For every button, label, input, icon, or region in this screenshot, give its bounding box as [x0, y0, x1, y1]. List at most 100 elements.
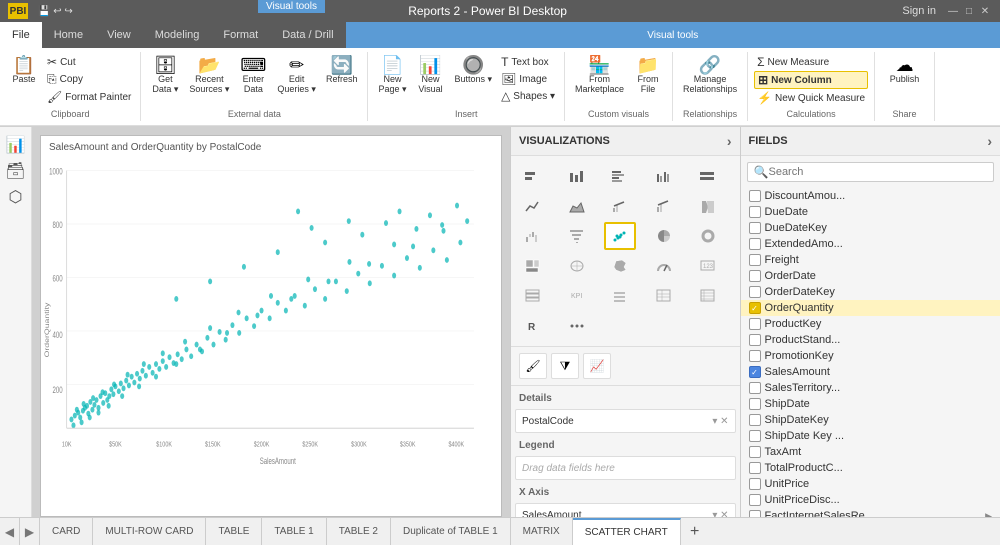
- field-item-shipdatekeyalt[interactable]: ShipDate Key ...: [741, 428, 1000, 444]
- new-page-button[interactable]: 📄 NewPage ▾: [374, 54, 410, 97]
- nav-data-icon[interactable]: 🗃: [5, 161, 25, 181]
- x-axis-clear-btn[interactable]: ▾ ✕: [712, 510, 728, 518]
- viz-scatter[interactable]: [604, 222, 636, 250]
- field-item-taxamt[interactable]: TaxAmt: [741, 444, 1000, 460]
- field-item-factinternetsalesre[interactable]: FactInternetSalesRe... ▶: [741, 508, 1000, 517]
- tab-home[interactable]: Home: [42, 22, 95, 48]
- tab-add-btn[interactable]: +: [681, 518, 709, 545]
- viz-clustered-bar[interactable]: [604, 162, 636, 190]
- viz-stacked-bar[interactable]: [517, 162, 549, 190]
- fields-search-input[interactable]: [768, 166, 987, 178]
- viz-table-icon[interactable]: [648, 282, 680, 310]
- sign-in-link[interactable]: Sign in: [902, 5, 936, 17]
- get-data-button[interactable]: 🗄 GetData ▾: [147, 54, 183, 97]
- tab-scatter-chart[interactable]: SCATTER CHART: [573, 518, 681, 545]
- field-item-salesterritory[interactable]: SalesTerritory...: [741, 380, 1000, 396]
- fields-panel-expand-btn[interactable]: ›: [987, 133, 992, 149]
- close-btn[interactable]: ✕: [978, 4, 992, 18]
- field-item-duedate[interactable]: DueDate: [741, 204, 1000, 220]
- tab-table1[interactable]: TABLE 1: [262, 518, 326, 545]
- legend-field[interactable]: Drag data fields here: [515, 456, 736, 480]
- viz-100-stacked-bar[interactable]: [692, 162, 724, 190]
- tab-data-drill[interactable]: Data / Drill: [270, 22, 345, 48]
- field-item-orderdatekey[interactable]: OrderDateKey: [741, 284, 1000, 300]
- viz-waterfall[interactable]: [517, 222, 549, 250]
- field-item-productkey[interactable]: ProductKey: [741, 316, 1000, 332]
- field-item-shipdate[interactable]: ShipDate: [741, 396, 1000, 412]
- field-item-totalproductc[interactable]: TotalProductC...: [741, 460, 1000, 476]
- viz-treemap[interactable]: [517, 252, 549, 280]
- new-quick-measure-button[interactable]: ⚡ New Quick Measure: [754, 90, 868, 106]
- field-item-shipdatekey[interactable]: ShipDateKey: [741, 412, 1000, 428]
- fields-search-box[interactable]: 🔍: [747, 162, 994, 182]
- field-item-orderdate[interactable]: OrderDate: [741, 268, 1000, 284]
- field-item-extendedamo[interactable]: ExtendedAmo...: [741, 236, 1000, 252]
- new-visual-button[interactable]: 📊 NewVisual: [413, 54, 449, 96]
- viz-line-chart[interactable]: [517, 192, 549, 220]
- format-painter-button[interactable]: 🖌 Format Painter: [44, 89, 134, 105]
- viz-analytics-btn[interactable]: 📈: [583, 353, 611, 379]
- image-button[interactable]: 🖼 Image: [498, 71, 558, 87]
- field-item-unitprice[interactable]: UnitPrice: [741, 476, 1000, 492]
- tab-format[interactable]: Format: [211, 22, 270, 48]
- new-column-button[interactable]: ⊞ New Column: [754, 71, 868, 89]
- copy-button[interactable]: ⎘ Copy: [44, 71, 134, 88]
- maximize-btn[interactable]: □: [962, 4, 976, 18]
- refresh-button[interactable]: 🔄 Refresh: [322, 54, 362, 86]
- new-measure-button[interactable]: Σ New Measure: [754, 54, 868, 70]
- nav-report-icon[interactable]: 📊: [6, 135, 26, 155]
- viz-funnel[interactable]: [561, 222, 593, 250]
- tab-table[interactable]: TABLE: [206, 518, 262, 545]
- minimize-btn[interactable]: —: [946, 4, 960, 18]
- viz-line-clustered[interactable]: [648, 192, 680, 220]
- tab-view[interactable]: View: [95, 22, 143, 48]
- buttons-button[interactable]: 🔘 Buttons ▾: [451, 54, 497, 87]
- tab-table2[interactable]: TABLE 2: [327, 518, 391, 545]
- viz-card[interactable]: 123: [692, 252, 724, 280]
- viz-multi-row-card[interactable]: [517, 282, 549, 310]
- tab-nav-right[interactable]: ▶: [20, 518, 40, 545]
- publish-button[interactable]: ☁ Publish: [886, 54, 924, 86]
- recent-sources-button[interactable]: 📂 RecentSources ▾: [185, 54, 233, 97]
- field-item-unitpricedisc[interactable]: UnitPriceDisc...: [741, 492, 1000, 508]
- viz-line-stacked[interactable]: [604, 192, 636, 220]
- field-item-freight[interactable]: Freight: [741, 252, 1000, 268]
- viz-kpi[interactable]: KPI: [561, 282, 593, 310]
- viz-ribbon[interactable]: [692, 192, 724, 220]
- tab-card[interactable]: CARD: [40, 518, 93, 545]
- field-item-orderquantity[interactable]: ✓ OrderQuantity: [741, 300, 1000, 316]
- viz-area-chart[interactable]: [561, 192, 593, 220]
- field-item-productstand[interactable]: ProductStand...: [741, 332, 1000, 348]
- viz-panel-expand-btn[interactable]: ›: [727, 133, 732, 149]
- tab-multi-row-card[interactable]: MULTI-ROW CARD: [93, 518, 206, 545]
- details-field[interactable]: PostalCode ▾ ✕: [515, 409, 736, 433]
- field-item-salesamount[interactable]: ✓ SalesAmount: [741, 364, 1000, 380]
- cut-button[interactable]: ✂ Cut: [44, 54, 134, 70]
- tab-matrix[interactable]: MATRIX: [511, 518, 573, 545]
- viz-stacked-col[interactable]: [561, 162, 593, 190]
- viz-filter-btn[interactable]: ⧩: [551, 353, 579, 379]
- viz-clustered-col[interactable]: [648, 162, 680, 190]
- tab-nav-left[interactable]: ◀: [0, 518, 20, 545]
- viz-r-script[interactable]: R: [517, 312, 549, 340]
- x-axis-field[interactable]: SalesAmount ▾ ✕: [515, 503, 736, 517]
- from-marketplace-button[interactable]: 🏪 FromMarketplace: [571, 54, 628, 96]
- viz-more[interactable]: [561, 312, 593, 340]
- manage-relationships-button[interactable]: 🔗 ManageRelationships: [679, 54, 741, 96]
- edit-queries-button[interactable]: ✏ EditQueries ▾: [273, 54, 320, 97]
- field-item-discountamount[interactable]: DiscountAmou...: [741, 188, 1000, 204]
- field-item-duedatekey[interactable]: DueDateKey: [741, 220, 1000, 236]
- viz-filled-map[interactable]: [604, 252, 636, 280]
- tab-file[interactable]: File: [0, 22, 42, 48]
- nav-model-icon[interactable]: ⬡: [9, 187, 23, 207]
- viz-matrix-icon[interactable]: [692, 282, 724, 310]
- enter-data-button[interactable]: ⌨ EnterData: [235, 54, 271, 96]
- chart-area[interactable]: 1000 800 600 400 200 OrderQuantity 10K $…: [41, 155, 501, 505]
- paste-button[interactable]: 📋 Paste: [6, 54, 42, 86]
- field-item-promotionkey[interactable]: PromotionKey: [741, 348, 1000, 364]
- shapes-button[interactable]: △ Shapes ▾: [498, 88, 558, 104]
- details-clear-btn[interactable]: ▾ ✕: [712, 416, 728, 427]
- viz-pie[interactable]: [648, 222, 680, 250]
- viz-format-btn[interactable]: 🖌: [519, 353, 547, 379]
- viz-donut[interactable]: [692, 222, 724, 250]
